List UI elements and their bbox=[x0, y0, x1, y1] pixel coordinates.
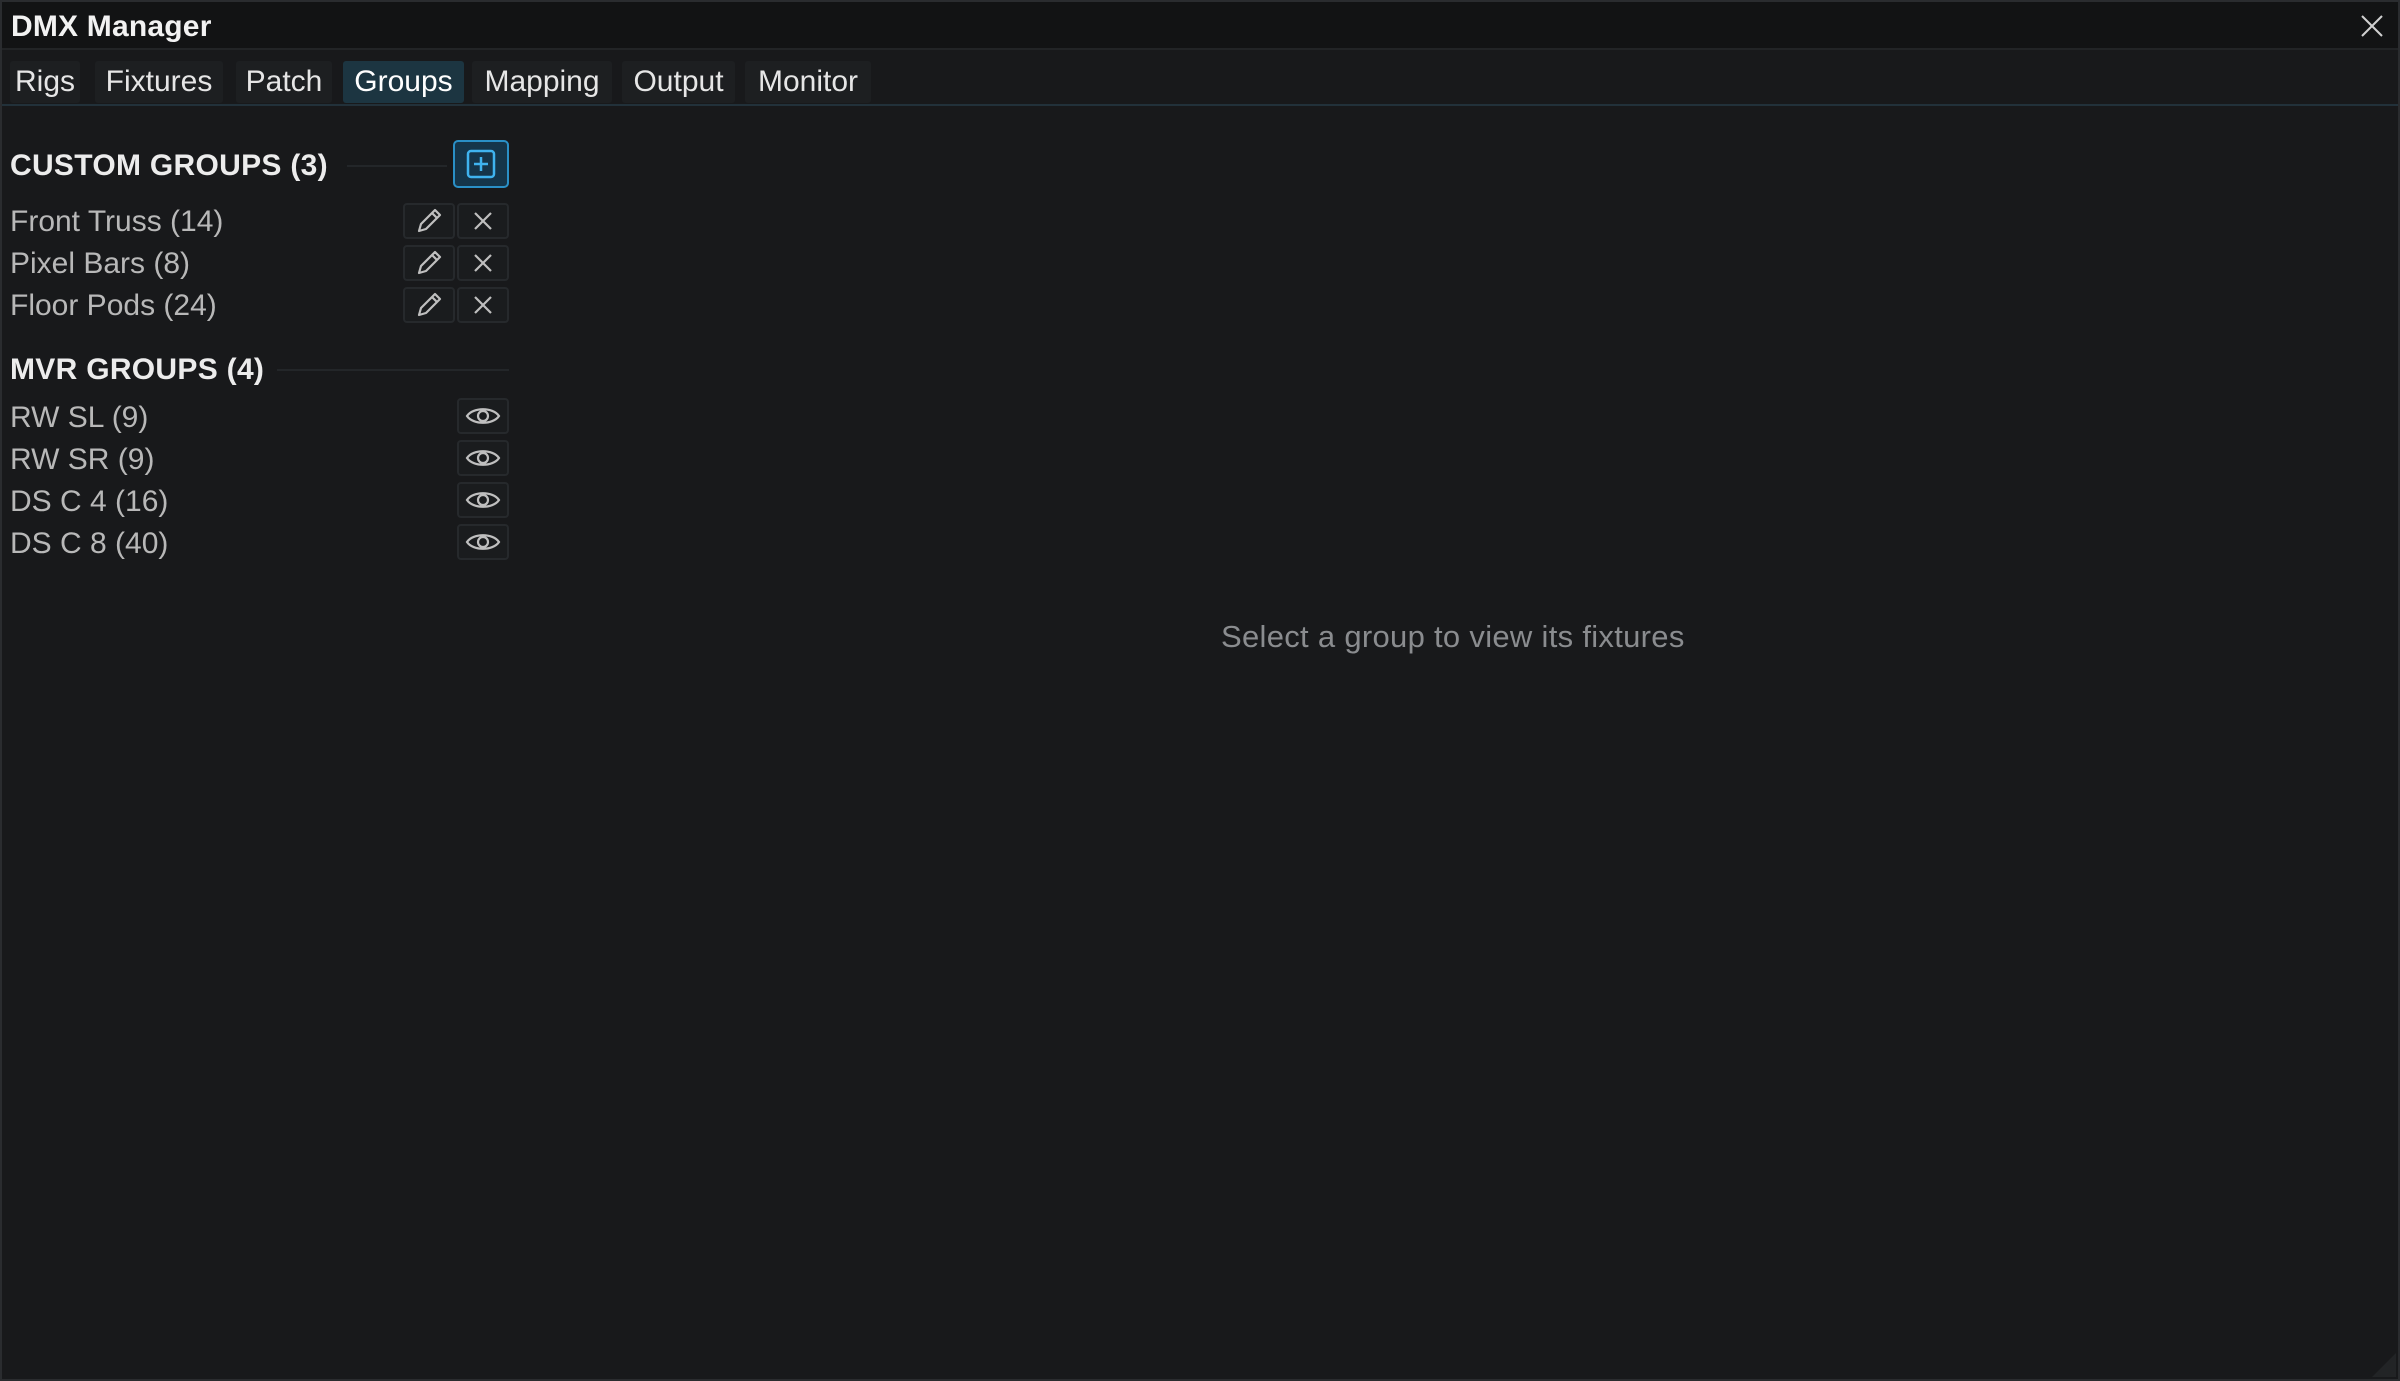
view-group-button[interactable] bbox=[457, 440, 509, 476]
plus-square-icon bbox=[466, 149, 496, 179]
add-group-button[interactable] bbox=[453, 140, 509, 188]
view-group-button[interactable] bbox=[457, 524, 509, 560]
pencil-icon bbox=[417, 292, 442, 317]
tab-bar: Rigs Fixtures Patch Groups Mapping Outpu… bbox=[2, 58, 2398, 106]
mvr-group-label[interactable]: RW SL (9) bbox=[10, 401, 148, 435]
tab-monitor[interactable]: Monitor bbox=[745, 61, 871, 103]
tab-rigs[interactable]: Rigs bbox=[10, 61, 80, 103]
close-icon bbox=[2361, 15, 2383, 37]
eye-icon bbox=[465, 534, 501, 550]
edit-group-button[interactable] bbox=[403, 245, 455, 281]
tab-groups[interactable]: Groups bbox=[343, 61, 464, 103]
delete-group-button[interactable] bbox=[457, 287, 509, 323]
edit-group-button[interactable] bbox=[403, 287, 455, 323]
close-button[interactable] bbox=[2354, 8, 2390, 44]
resize-grip-icon[interactable] bbox=[2366, 1347, 2396, 1377]
custom-group-label[interactable]: Pixel Bars (8) bbox=[10, 247, 190, 281]
tab-mapping[interactable]: Mapping bbox=[472, 61, 612, 103]
tab-fixtures[interactable]: Fixtures bbox=[95, 61, 223, 103]
tab-output[interactable]: Output bbox=[622, 61, 735, 103]
custom-groups-header: CUSTOM GROUPS (3) bbox=[10, 149, 328, 182]
view-group-button[interactable] bbox=[457, 482, 509, 518]
mvr-group-label[interactable]: DS C 4 (16) bbox=[10, 485, 168, 519]
close-icon bbox=[474, 296, 492, 314]
mvr-groups-header: MVR GROUPS (4) bbox=[10, 353, 265, 386]
eye-icon bbox=[465, 408, 501, 424]
close-icon bbox=[474, 254, 492, 272]
custom-group-label[interactable]: Floor Pods (24) bbox=[10, 289, 217, 323]
dmx-manager-window: DMX Manager Rigs Fixtures Patch Groups M… bbox=[0, 0, 2400, 1381]
tab-patch[interactable]: Patch bbox=[236, 61, 332, 103]
edit-group-button[interactable] bbox=[403, 203, 455, 239]
delete-group-button[interactable] bbox=[457, 245, 509, 281]
eye-icon bbox=[465, 492, 501, 508]
mvr-groups-divider bbox=[277, 369, 509, 371]
empty-state-message: Select a group to view its fixtures bbox=[1221, 619, 1685, 654]
close-icon bbox=[474, 212, 492, 230]
mvr-group-label[interactable]: RW SR (9) bbox=[10, 443, 154, 477]
delete-group-button[interactable] bbox=[457, 203, 509, 239]
mvr-group-label[interactable]: DS C 8 (40) bbox=[10, 527, 168, 561]
custom-groups-divider bbox=[347, 165, 447, 167]
pencil-icon bbox=[417, 208, 442, 233]
eye-icon bbox=[465, 450, 501, 466]
custom-group-label[interactable]: Front Truss (14) bbox=[10, 205, 223, 239]
view-group-button[interactable] bbox=[457, 398, 509, 434]
title-bar[interactable]: DMX Manager bbox=[2, 2, 2398, 50]
pencil-icon bbox=[417, 250, 442, 275]
window-title: DMX Manager bbox=[11, 10, 212, 43]
